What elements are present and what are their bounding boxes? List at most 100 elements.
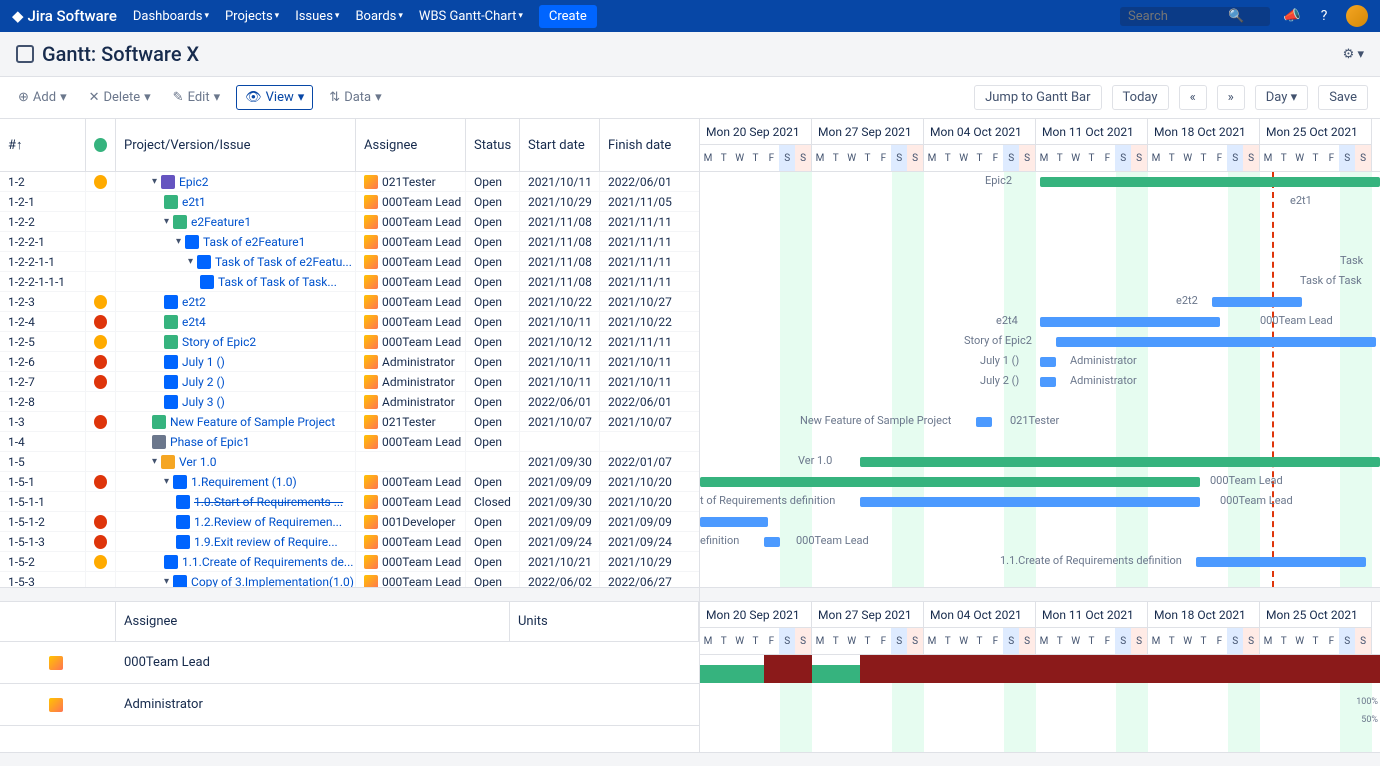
cell-title[interactable]: Story of Epic2 [116, 332, 356, 351]
issue-link[interactable]: 1.0.Start of Requirements ... [194, 495, 343, 509]
col-project[interactable]: Project/Version/Issue [116, 119, 356, 171]
expand-icon[interactable]: ▾ [152, 456, 157, 467]
jump-button[interactable]: Jump to Gantt Bar [974, 85, 1101, 110]
cell-title[interactable]: 1.1.Create of Requirements de... [116, 552, 356, 571]
cell-title[interactable]: July 2 () [116, 372, 356, 391]
cell-title[interactable]: ▾Task of Task of e2Featu... [116, 252, 356, 271]
gantt-bar[interactable] [764, 537, 780, 547]
megaphone-icon[interactable]: 📣 [1282, 6, 1302, 26]
issue-link[interactable]: 1.9.Exit review of Require... [194, 535, 338, 549]
issue-link[interactable]: Task of Task of e2Featu... [215, 255, 352, 269]
resource-row[interactable]: Administrator [0, 684, 699, 726]
cell-title[interactable]: Task of Task of Task... [116, 272, 356, 291]
table-row[interactable]: 1-5▾Ver 1.02021/09/302022/01/07 [0, 452, 699, 472]
nav-item-dashboards[interactable]: Dashboards ▾ [133, 9, 209, 24]
expand-icon[interactable]: ▾ [164, 216, 169, 227]
col-finish[interactable]: Finish date [600, 119, 690, 171]
table-row[interactable]: 1-2-2-1-1▾Task of Task of e2Featu...000T… [0, 252, 699, 272]
gantt-bar[interactable] [860, 457, 1380, 467]
gantt-bar[interactable] [700, 477, 1200, 487]
cell-title[interactable]: e2t1 [116, 192, 356, 211]
col-priority[interactable] [86, 119, 116, 171]
gantt-row[interactable]: Task [700, 252, 1380, 272]
resource-row[interactable]: 000Team Lead [0, 642, 699, 684]
gantt-row[interactable]: New Feature of Sample Project021Tester [700, 412, 1380, 432]
zoom-select[interactable]: Day ▾ [1255, 85, 1308, 110]
table-row[interactable]: 1-5-21.1.Create of Requirements de...000… [0, 552, 699, 572]
gantt-row[interactable] [700, 232, 1380, 252]
table-row[interactable]: 1-5-1-11.0.Start of Requirements ...000T… [0, 492, 699, 512]
cell-title[interactable]: ▾Copy of 3.Implementation(1.0) [116, 572, 356, 587]
table-row[interactable]: 1-5-1-31.9.Exit review of Require...000T… [0, 532, 699, 552]
expand-icon[interactable]: ▾ [176, 236, 181, 247]
cell-title[interactable]: ▾e2Feature1 [116, 212, 356, 231]
resource-bars[interactable]: 100% 50% 100% 50% [700, 655, 1380, 752]
table-row[interactable]: 1-5-1▾1.Requirement (1.0)000Team LeadOpe… [0, 472, 699, 492]
col-assignee[interactable]: Assignee [356, 119, 466, 171]
cell-title[interactable]: 1.0.Start of Requirements ... [116, 492, 356, 511]
table-row[interactable]: 1-2-6July 1 ()AdministratorOpen2021/10/1… [0, 352, 699, 372]
gantt-row[interactable]: 000Team Lead [700, 472, 1380, 492]
table-row[interactable]: 1-2-5Story of Epic2000Team LeadOpen2021/… [0, 332, 699, 352]
gantt-row[interactable]: July 2 ()Administrator [700, 372, 1380, 392]
gantt-bar[interactable] [860, 497, 1200, 507]
cell-title[interactable]: 1.2.Review of Requiremen... [116, 512, 356, 531]
gantt-row[interactable] [700, 572, 1380, 587]
gantt-bar[interactable] [1040, 357, 1056, 367]
gantt-row[interactable]: Story of Epic2 [700, 332, 1380, 352]
help-icon[interactable]: ? [1314, 6, 1334, 26]
issue-link[interactable]: 1.Requirement (1.0) [191, 475, 297, 489]
gantt-hscroll[interactable] [700, 587, 1380, 601]
issue-link[interactable]: e2t2 [182, 295, 206, 309]
cell-title[interactable]: July 1 () [116, 352, 356, 371]
issue-link[interactable]: e2t4 [182, 315, 206, 329]
gear-icon[interactable]: ⚙ ▾ [1343, 47, 1364, 62]
gantt-row[interactable] [700, 212, 1380, 232]
delete-button[interactable]: ✕ Delete ▾ [83, 86, 157, 109]
gantt-row[interactable]: e2t1 [700, 192, 1380, 212]
table-row[interactable]: 1-2-2-1-1-1Task of Task of Task...000Tea… [0, 272, 699, 292]
gantt-row[interactable]: e2t4000Team Lead [700, 312, 1380, 332]
add-button[interactable]: ⊕ Add ▾ [12, 86, 73, 109]
edit-button[interactable]: ✎ Edit ▾ [167, 86, 226, 109]
cell-title[interactable]: e2t2 [116, 292, 356, 311]
cell-title[interactable]: 1.9.Exit review of Require... [116, 532, 356, 551]
gantt-bar[interactable] [1196, 557, 1366, 567]
table-row[interactable]: 1-2-7July 2 ()AdministratorOpen2021/10/1… [0, 372, 699, 392]
gantt-row[interactable]: Ver 1.0 [700, 452, 1380, 472]
gantt-row[interactable]: e2t2 [700, 292, 1380, 312]
gantt-bar[interactable] [1212, 297, 1302, 307]
nav-item-projects[interactable]: Projects ▾ [225, 9, 279, 24]
nav-item-wbs-gantt-chart[interactable]: WBS Gantt-Chart ▾ [419, 9, 523, 24]
cell-title[interactable]: July 3 () [116, 392, 356, 411]
issue-link[interactable]: Epic2 [179, 175, 209, 189]
expand-icon[interactable]: ▾ [164, 576, 169, 587]
cell-title[interactable]: ▾1.Requirement (1.0) [116, 472, 356, 491]
bottom-hscroll[interactable] [0, 752, 1380, 766]
table-row[interactable]: 1-2-4e2t4000Team LeadOpen2021/10/112021/… [0, 312, 699, 332]
table-row[interactable]: 1-2-1e2t1000Team LeadOpen2021/10/292021/… [0, 192, 699, 212]
table-row[interactable]: 1-5-3▾Copy of 3.Implementation(1.0)000Te… [0, 572, 699, 587]
table-row[interactable]: 1-3New Feature of Sample Project021Teste… [0, 412, 699, 432]
gantt-bar[interactable] [700, 517, 768, 527]
cell-title[interactable]: e2t4 [116, 312, 356, 331]
table-row[interactable]: 1-2-3e2t2000Team LeadOpen2021/10/222021/… [0, 292, 699, 312]
table-row[interactable]: 1-2▾Epic2021TesterOpen2021/10/112022/06/… [0, 172, 699, 192]
table-row[interactable]: 1-4Phase of Epic1000Team LeadOpen [0, 432, 699, 452]
col-start[interactable]: Start date [520, 119, 600, 171]
cell-title[interactable]: ▾ Epic2 [116, 172, 356, 191]
expand-icon[interactable]: ▾ [152, 176, 157, 187]
issue-link[interactable]: Phase of Epic1 [170, 435, 250, 449]
save-button[interactable]: Save [1318, 85, 1368, 110]
issue-link[interactable]: July 1 () [182, 355, 225, 369]
table-row[interactable]: 1-2-2-1▾Task of e2Feature1000Team LeadOp… [0, 232, 699, 252]
cell-title[interactable]: New Feature of Sample Project [116, 412, 356, 431]
table-hscroll[interactable] [0, 587, 699, 601]
gantt-row[interactable]: Task of Task [700, 272, 1380, 292]
gantt-row[interactable]: Epic2 [700, 172, 1380, 192]
cell-title[interactable]: Phase of Epic1 [116, 432, 356, 451]
gantt-bar[interactable] [1040, 317, 1220, 327]
gantt-bar[interactable] [1040, 177, 1380, 187]
view-button[interactable]: 👁 View ▾ [236, 85, 313, 110]
gantt-row[interactable]: efinition000Team Lead [700, 532, 1380, 552]
